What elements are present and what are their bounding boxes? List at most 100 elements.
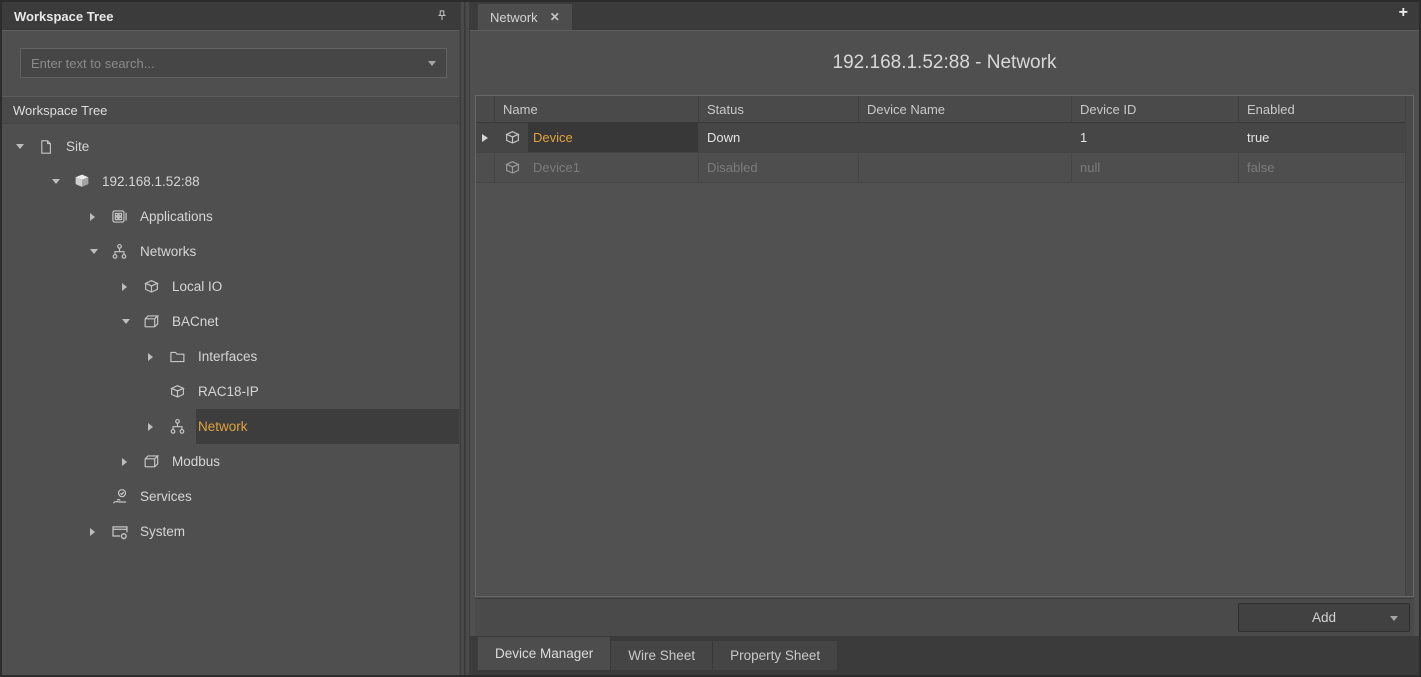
network-icon xyxy=(167,418,188,435)
tree-item-label: System xyxy=(140,524,185,539)
new-tab-icon[interactable]: + xyxy=(1399,5,1408,21)
tree-item-controller[interactable]: 192.168.1.52:88 xyxy=(2,164,459,199)
add-dropdown-icon[interactable] xyxy=(1390,616,1398,621)
add-button[interactable]: Add xyxy=(1238,603,1410,632)
column-header-device-id[interactable]: Device ID xyxy=(1072,96,1239,122)
pin-icon[interactable] xyxy=(434,8,450,24)
workspace-tree-panel: Workspace Tree Workspace Tree xyxy=(2,2,460,675)
tree-item-rac18-ip[interactable]: RAC18-IP xyxy=(2,374,459,409)
search-dropdown-icon[interactable] xyxy=(428,61,436,66)
device-icon xyxy=(502,129,523,146)
tree-item-label: Network xyxy=(198,419,248,434)
tab-label: Network xyxy=(490,10,538,25)
services-icon xyxy=(109,488,130,505)
table-row-device[interactable]: Device Down 1 true xyxy=(476,123,1413,153)
expand-arrow-icon[interactable] xyxy=(16,144,31,149)
tab-strip: Network ✕ + xyxy=(470,2,1419,30)
add-button-label: Add xyxy=(1312,610,1336,625)
device-icon xyxy=(502,159,523,176)
tree-item-label: Applications xyxy=(140,209,213,224)
tree-item-local-io[interactable]: Local IO xyxy=(2,269,459,304)
cell-device-name xyxy=(859,153,1072,182)
tab-property-sheet[interactable]: Property Sheet xyxy=(713,641,838,670)
panel-body: Workspace Tree Site xyxy=(2,30,460,675)
close-icon[interactable]: ✕ xyxy=(550,11,560,23)
cell-device-id: null xyxy=(1072,153,1239,182)
column-header-status[interactable]: Status xyxy=(699,96,859,122)
panel-title: Workspace Tree xyxy=(14,9,113,24)
column-header-device-name[interactable]: Device Name xyxy=(859,96,1072,122)
network-icon xyxy=(109,243,130,260)
expand-arrow-icon[interactable] xyxy=(122,458,137,466)
tree-item-label: Networks xyxy=(140,244,196,259)
column-header-name[interactable]: Name xyxy=(495,96,699,122)
name-cell: Device1 xyxy=(495,153,699,182)
tab-wire-sheet[interactable]: Wire Sheet xyxy=(611,641,713,670)
column-header-enabled[interactable]: Enabled xyxy=(1239,96,1413,122)
device-table: Name Status Device Name Device ID Enable… xyxy=(475,95,1414,597)
cell-status: Down xyxy=(699,123,859,152)
cell-enabled: true xyxy=(1239,123,1413,152)
tree-item-label: Services xyxy=(140,489,192,504)
expand-arrow-icon[interactable] xyxy=(52,179,67,184)
tree-item-system[interactable]: System xyxy=(2,514,459,549)
table-row-device1[interactable]: Device1 Disabled null false xyxy=(476,153,1413,183)
protocol-icon xyxy=(141,313,162,330)
tree-item-label: RAC18-IP xyxy=(198,384,259,399)
expand-arrow-icon[interactable] xyxy=(122,319,137,324)
expand-arrow-icon[interactable] xyxy=(148,423,163,431)
tree-item-applications[interactable]: Applications xyxy=(2,199,459,234)
device-icon xyxy=(141,278,162,295)
cell-enabled: false xyxy=(1239,153,1413,182)
document-icon xyxy=(35,138,56,155)
tab-device-manager[interactable]: Device Manager xyxy=(478,637,611,670)
tree-item-label: 192.168.1.52:88 xyxy=(102,174,200,189)
expand-arrow-icon[interactable] xyxy=(90,213,105,221)
tree-item-site[interactable]: Site xyxy=(2,129,459,164)
expand-arrow-icon[interactable] xyxy=(122,283,137,291)
tree-item-modbus[interactable]: Modbus xyxy=(2,444,459,479)
row-selector-cell xyxy=(476,153,495,182)
bottom-tab-bar: Device Manager Wire Sheet Property Sheet xyxy=(470,636,1419,675)
selector-column-header xyxy=(476,96,495,122)
tree-item-services[interactable]: Services xyxy=(2,479,459,514)
expand-arrow-icon[interactable] xyxy=(148,353,163,361)
row-selector-cell xyxy=(476,123,495,152)
controller-icon xyxy=(71,173,92,190)
tree-item-label: Local IO xyxy=(172,279,222,294)
view-title: 192.168.1.52:88 - Network xyxy=(470,31,1419,95)
protocol-icon xyxy=(141,453,162,470)
tree-item-label: BACnet xyxy=(172,314,219,329)
current-row-icon xyxy=(482,134,488,142)
system-icon xyxy=(109,523,130,540)
tree-item-label: Site xyxy=(66,139,89,154)
workspace-tree: Site 192.168.1.52:88 xyxy=(2,124,459,675)
cell-name: Device xyxy=(528,123,698,152)
tab-network[interactable]: Network ✕ xyxy=(478,4,572,30)
name-cell: Device xyxy=(495,123,699,152)
device-manager-view: 192.168.1.52:88 - Network Name Status De… xyxy=(470,30,1419,675)
main-panel: Network ✕ + 192.168.1.52:88 - Network Na… xyxy=(470,2,1419,675)
search-box xyxy=(20,48,447,78)
tree-item-bacnet[interactable]: BACnet xyxy=(2,304,459,339)
panel-splitter[interactable] xyxy=(460,2,470,675)
cell-device-name xyxy=(859,123,1072,152)
cell-device-id: 1 xyxy=(1072,123,1239,152)
device-icon xyxy=(167,383,188,400)
search-input[interactable] xyxy=(20,48,447,78)
tree-item-networks[interactable]: Networks xyxy=(2,234,459,269)
tree-item-label: Modbus xyxy=(172,454,220,469)
expand-arrow-icon[interactable] xyxy=(90,528,105,536)
folder-icon xyxy=(167,348,188,365)
cell-status: Disabled xyxy=(699,153,859,182)
app-window: Workspace Tree Workspace Tree xyxy=(0,0,1421,677)
panel-header: Workspace Tree xyxy=(2,2,460,30)
cell-name: Device1 xyxy=(528,153,698,182)
tree-item-interfaces[interactable]: Interfaces xyxy=(2,339,459,374)
tree-item-network[interactable]: Network xyxy=(2,409,459,444)
expand-arrow-icon[interactable] xyxy=(90,249,105,254)
tree-item-label: Interfaces xyxy=(198,349,257,364)
action-bar: Add xyxy=(475,598,1414,636)
scrollbar[interactable] xyxy=(1405,96,1413,596)
applications-icon xyxy=(109,208,130,225)
